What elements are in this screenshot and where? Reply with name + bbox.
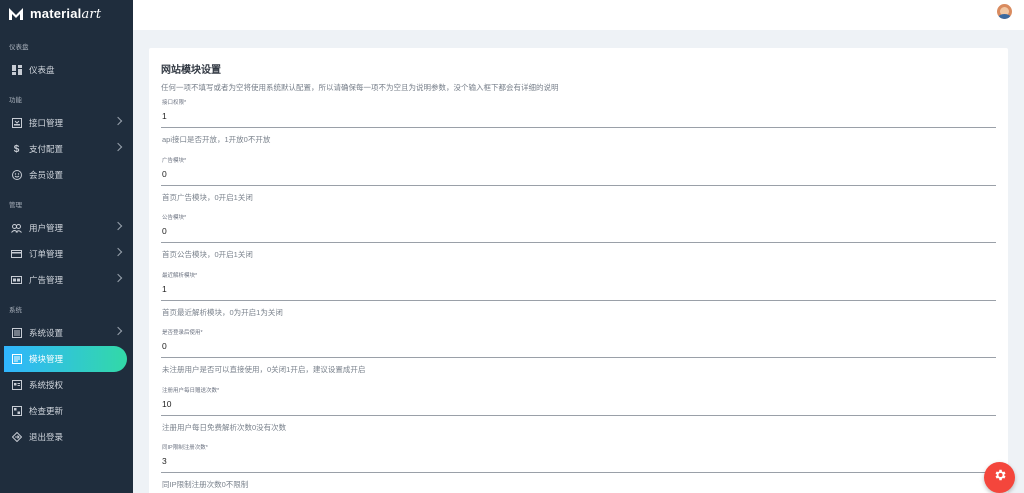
notice-module-input[interactable]: 0 xyxy=(162,226,167,236)
field-label: 公告模块* xyxy=(162,215,187,221)
section-title-functions: 功能 xyxy=(9,97,22,104)
field-label: 接口权限* xyxy=(162,100,187,106)
input-underline xyxy=(161,242,996,243)
field-label: 广告模块* xyxy=(162,157,187,164)
brand-name: materialart xyxy=(30,6,102,22)
list-icon xyxy=(11,328,22,339)
api-icon xyxy=(11,118,22,129)
logo-icon xyxy=(8,7,24,21)
field-help: 同IP限制注册次数0不限制 xyxy=(162,480,249,489)
input-underline xyxy=(161,414,996,416)
field-recent-parse-module: 最近解析模块* 1 首页最近解析模块，0为开启1为关闭 xyxy=(161,268,996,326)
license-icon xyxy=(11,380,22,391)
chevron-right-icon xyxy=(113,221,123,231)
sidebar-item-update[interactable]: 检查更新 xyxy=(0,398,133,424)
sidebar-item-label: 会员设置 xyxy=(29,170,64,180)
sidebar-item-label: 广告管理 xyxy=(29,275,64,285)
field-help: api接口是否开放，1开放0不开放 xyxy=(162,135,271,144)
field-login-required: 是否登录后使用* 0 未注册用户是否可以直接使用，0关闭1开启，建议设置成开启 xyxy=(161,325,996,383)
field-help: 首页最近解析模块，0为开启1为关闭 xyxy=(162,307,283,317)
gear-icon xyxy=(993,468,1007,487)
sidebar-item-users[interactable]: 用户管理 xyxy=(0,215,133,241)
field-help: 首页公告模块，0开启1关闭 xyxy=(162,250,253,259)
avatar[interactable] xyxy=(997,4,1012,19)
field-label: 是否登录后使用* xyxy=(162,330,203,336)
settings-form: 接口权限* 1 api接口是否开放，1开放0不开放 广告模块* 0 首页广告模块… xyxy=(161,95,996,493)
chevron-right-icon xyxy=(113,116,123,126)
smile-icon xyxy=(11,170,22,181)
recent-parse-module-input[interactable]: 1 xyxy=(162,284,167,294)
sidebar-item-membership[interactable]: 会员设置 xyxy=(0,162,133,188)
section-title-manage: 管理 xyxy=(9,202,22,209)
settings-fab-button[interactable] xyxy=(984,462,1015,493)
dashboard-icon xyxy=(11,65,22,76)
module-settings-card: 网站模块设置 任何一项不填写或者为空将使用系统默认配置，所以请确保每一项不为空且… xyxy=(149,48,1008,493)
field-label: 最近解析模块* xyxy=(162,272,198,279)
module-icon xyxy=(11,354,22,365)
logout-icon xyxy=(11,432,22,443)
ip-register-limit-input[interactable]: 3 xyxy=(162,456,167,466)
field-daily-free-count: 注册用户每日赠送次数* 10 注册用户每日免费解析次数0没有次数 xyxy=(161,383,996,441)
sidebar-item-modules[interactable]: 模块管理 xyxy=(4,346,127,372)
card-icon xyxy=(11,249,22,260)
chevron-right-icon xyxy=(113,326,123,336)
field-ip-register-limit: 同IP限制注册次数* 3 同IP限制注册次数0不限制 xyxy=(161,440,996,493)
ad-module-input[interactable]: 0 xyxy=(162,169,167,179)
section-title-dashboard: 仪表盘 xyxy=(9,44,29,51)
field-help: 注册用户每日免费解析次数0没有次数 xyxy=(162,422,287,432)
sidebar-item-logout[interactable]: 退出登录 xyxy=(0,424,133,450)
update-icon xyxy=(11,406,22,417)
card-title: 网站模块设置 xyxy=(161,65,221,76)
sidebar-item-system-settings[interactable]: 系统设置 xyxy=(0,320,133,346)
input-underline xyxy=(161,127,996,128)
ad-icon xyxy=(11,275,22,286)
api-permission-input[interactable]: 1 xyxy=(162,111,167,121)
sidebar-item-label: 退出登录 xyxy=(29,432,64,442)
input-underline xyxy=(161,299,996,301)
sidebar-item-ads[interactable]: 广告管理 xyxy=(0,267,133,293)
dollar-icon: $ xyxy=(13,143,20,155)
sidebar-item-orders[interactable]: 订单管理 xyxy=(0,241,133,267)
topbar xyxy=(133,0,1024,30)
sidebar-item-dashboard[interactable]: 仪表盘 xyxy=(0,57,133,83)
daily-free-count-input[interactable]: 10 xyxy=(162,399,171,409)
sidebar-item-label: 系统设置 xyxy=(29,328,64,338)
input-underline xyxy=(161,184,996,186)
sidebar-item-label: 系统授权 xyxy=(29,380,64,390)
field-label: 同IP限制注册次数* xyxy=(162,445,208,451)
sidebar-item-payment[interactable]: $ 支付配置 xyxy=(0,136,133,162)
field-help: 首页广告模块，0开启1关闭 xyxy=(162,192,253,202)
avatar-body xyxy=(998,14,1011,19)
sidebar-item-label: 订单管理 xyxy=(29,249,64,259)
sidebar-item-label: 检查更新 xyxy=(29,406,64,416)
sidebar-item-label: 仪表盘 xyxy=(29,65,55,75)
sidebar-item-api[interactable]: 接口管理 xyxy=(0,110,133,136)
field-ad-module: 广告模块* 0 首页广告模块，0开启1关闭 xyxy=(161,153,996,211)
section-title-system: 系统 xyxy=(9,307,22,314)
chevron-right-icon xyxy=(113,247,123,257)
login-required-input[interactable]: 0 xyxy=(162,341,167,351)
field-notice-module: 公告模块* 0 首页公告模块，0开启1关闭 xyxy=(161,210,996,268)
input-underline xyxy=(161,472,996,473)
chevron-right-icon xyxy=(113,142,123,152)
sidebar-item-label: 支付配置 xyxy=(29,144,64,154)
field-api-permission: 接口权限* 1 api接口是否开放，1开放0不开放 xyxy=(161,95,996,153)
chevron-right-icon xyxy=(113,273,123,283)
card-subtitle: 任何一项不填写或者为空将使用系统默认配置，所以请确保每一项不为空且为说明参数，没… xyxy=(161,83,559,92)
sidebar-item-license[interactable]: 系统授权 xyxy=(0,372,133,398)
sidebar-item-label: 接口管理 xyxy=(29,118,64,128)
users-icon xyxy=(11,223,22,234)
input-underline xyxy=(161,357,996,358)
sidebar-item-label: 用户管理 xyxy=(29,223,64,233)
sidebar-item-label: 模块管理 xyxy=(29,354,64,364)
field-label: 注册用户每日赠送次数* xyxy=(162,387,220,394)
sidebar: materialart 仪表盘 仪表盘 功能 接口管理 $ 支付配置 会员设置 … xyxy=(0,0,133,493)
brand[interactable]: materialart xyxy=(0,0,133,28)
field-help: 未注册用户是否可以直接使用，0关闭1开启，建议设置成开启 xyxy=(162,365,366,374)
